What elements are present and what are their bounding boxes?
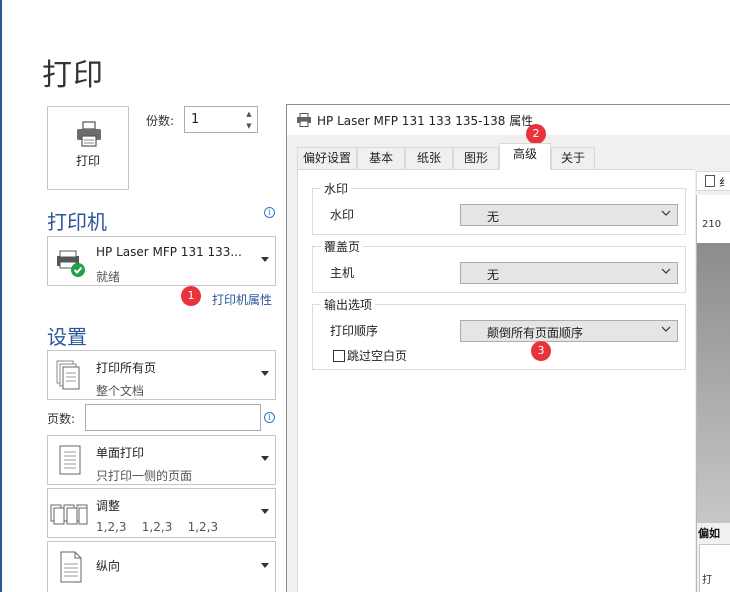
watermark-select[interactable]: 无 [460, 204, 678, 226]
chevron-down-icon [261, 509, 269, 514]
collate-dropdown[interactable]: 调整 1,2,3 1,2,3 1,2,3 [47, 488, 276, 538]
tab-preferences[interactable]: 偏好设置 [297, 147, 357, 169]
print-order-select[interactable]: 颠倒所有页面顺序 [460, 320, 678, 342]
printer-properties-dialog: HP Laser MFP 131 133 135-138 属性 偏好设置 基本 … [286, 104, 730, 592]
pages-stack-icon [56, 360, 80, 390]
preview-bottom-panel: 偏如 打 一 [697, 523, 730, 592]
dialog-titlebar[interactable]: HP Laser MFP 131 133 135-138 属性 [287, 105, 730, 135]
print-range-dropdown[interactable]: 打印所有页 整个文档 [47, 350, 276, 400]
printer-icon [297, 113, 311, 127]
output-group-title: 输出选项 [321, 296, 376, 313]
pages-label: 页数: [47, 412, 76, 426]
preview-inner-text-2: 一 [704, 587, 714, 592]
spinner-down-icon[interactable]: ▼ [244, 121, 254, 131]
print-button[interactable]: 打印 [47, 106, 129, 190]
annotation-badge-1: 1 [181, 286, 201, 306]
orientation-dropdown[interactable]: 纵向 [47, 541, 276, 592]
collate-icon [50, 504, 88, 525]
preview-tab[interactable]: 纟 [696, 171, 730, 191]
chevron-down-icon [261, 456, 269, 461]
print-order-value: 颠倒所有页面顺序 [487, 326, 584, 340]
sides-title: 单面打印 [96, 446, 145, 460]
skip-blank-checkbox[interactable] [333, 350, 345, 362]
print-range-title: 打印所有页 [96, 361, 157, 375]
printer-status: 就绪 [96, 270, 121, 284]
chevron-down-icon [261, 563, 269, 568]
page-title: 打印 [42, 58, 104, 93]
annotation-badge-3: 3 [531, 341, 551, 361]
printer-section-heading: 打印机 [47, 210, 107, 234]
single-page-icon [59, 445, 81, 475]
printer-dropdown[interactable]: HP Laser MFP 131 133... 就绪 [47, 236, 276, 286]
tab-paper[interactable]: 纸张 [405, 147, 453, 169]
watermark-group-title: 水印 [321, 180, 352, 197]
chevron-down-icon [661, 326, 671, 332]
orientation-title: 纵向 [96, 559, 121, 573]
print-button-label: 打印 [75, 154, 100, 168]
settings-section-heading: 设置 [47, 325, 87, 349]
overlay-select[interactable]: 无 [460, 262, 678, 284]
skip-blank-label[interactable]: 跳过空白页 [347, 347, 407, 364]
tab-about[interactable]: 关于 [551, 147, 595, 169]
copies-spinner[interactable]: 1 ▲ ▼ [184, 106, 258, 133]
print-range-sub: 整个文档 [96, 384, 145, 398]
preview-dimension: 210 [702, 219, 722, 230]
chevron-down-icon [661, 210, 671, 216]
pages-info-icon[interactable]: i [264, 412, 275, 423]
printer-ready-icon [57, 250, 85, 277]
overlay-group: 覆盖页 主机 无 [312, 238, 686, 293]
print-order-label: 打印顺序 [330, 324, 379, 338]
output-options-group: 输出选项 打印顺序 颠倒所有页面顺序 跳过空白页 [312, 296, 686, 370]
collate-title: 调整 [96, 499, 121, 513]
spinner-up-icon[interactable]: ▲ [244, 109, 254, 119]
overlay-group-title: 覆盖页 [321, 238, 364, 255]
chevron-down-icon [661, 268, 671, 274]
preview-inner-box: 打 一 [699, 544, 730, 592]
tab-graphics[interactable]: 图形 [453, 147, 499, 169]
printer-name: HP Laser MFP 131 133... [96, 245, 242, 259]
printer-properties-link[interactable]: 打印机属性 [212, 291, 272, 308]
watermark-value: 无 [487, 210, 500, 224]
collate-sub: 1,2,3 1,2,3 1,2,3 [96, 520, 219, 534]
document-icon [705, 175, 715, 187]
preview-inner-text: 打 [702, 575, 712, 586]
printer-info-icon[interactable]: i [264, 207, 275, 218]
overlay-value: 无 [487, 268, 500, 282]
annotation-badge-2: 2 [526, 124, 546, 144]
preview-image [697, 243, 730, 523]
watermark-label: 水印 [330, 208, 355, 222]
chevron-down-icon [261, 257, 269, 262]
pages-input[interactable] [85, 404, 261, 431]
copies-label: 份数: [146, 114, 175, 128]
preview-panel: 210 偏如 打 一 [696, 195, 730, 592]
preview-bottom-title: 偏如 [698, 527, 720, 540]
sides-sub: 只打印一侧的页面 [96, 469, 193, 483]
advanced-tab-panel: 水印 水印 无 覆盖页 主机 无 输出选项 打印顺序 颠倒所有页面顺序 跳过空白… [297, 169, 697, 592]
watermark-group: 水印 水印 无 [312, 180, 686, 235]
preview-tab-label: 纟 [719, 176, 730, 189]
chevron-down-icon [261, 371, 269, 376]
sides-dropdown[interactable]: 单面打印 只打印一侧的页面 [47, 435, 276, 485]
tab-advanced[interactable]: 高级 [499, 143, 551, 170]
window-left-border [0, 0, 2, 592]
host-label: 主机 [330, 266, 355, 280]
portrait-page-icon [60, 551, 82, 583]
copies-value: 1 [191, 112, 200, 127]
tab-basic[interactable]: 基本 [357, 147, 405, 169]
dialog-title: HP Laser MFP 131 133 135-138 属性 [317, 114, 534, 128]
printer-icon [77, 121, 101, 147]
